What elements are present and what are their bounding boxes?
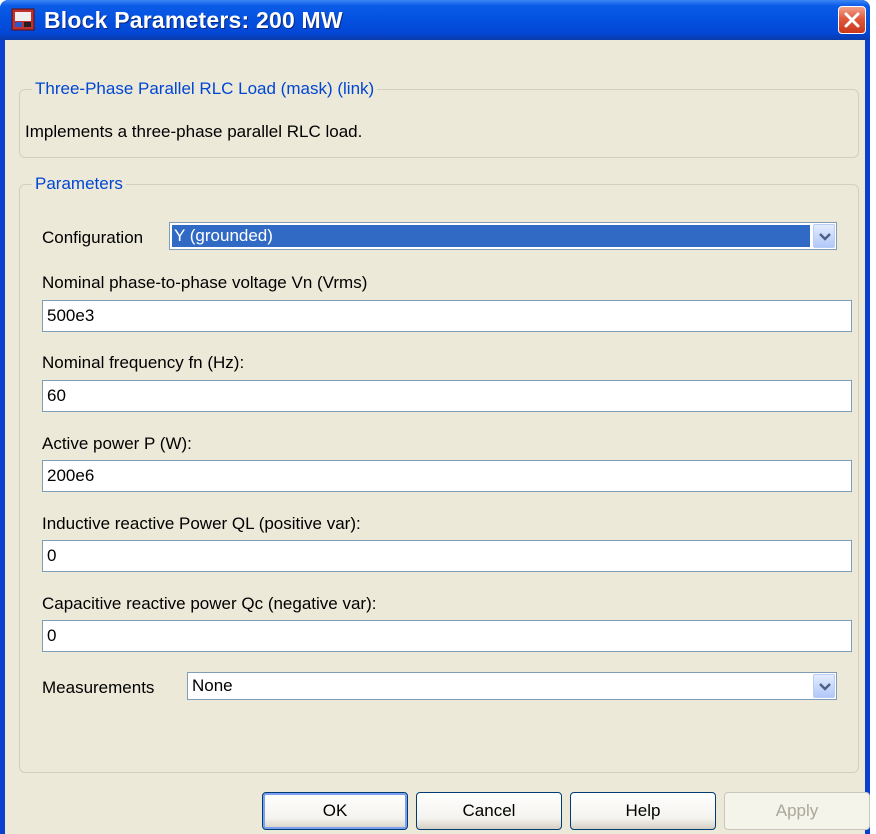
apply-button[interactable]: Apply [724, 792, 870, 830]
close-button[interactable] [838, 6, 866, 34]
inductive-power-label: Inductive reactive Power QL (positive va… [42, 514, 361, 533]
configuration-label: Configuration [42, 228, 144, 247]
configuration-dropdown-button[interactable] [813, 224, 835, 248]
capacitive-power-field[interactable]: 0 [42, 620, 852, 652]
configuration-dropdown[interactable]: Y (grounded) [169, 222, 837, 250]
title-bar[interactable]: Block Parameters: 200 MW [0, 0, 870, 40]
ok-button[interactable]: OK [262, 792, 408, 830]
measurements-dropdown[interactable]: None [187, 672, 837, 700]
voltage-label: Nominal phase-to-phase voltage Vn (Vrms) [42, 273, 368, 292]
frequency-label: Nominal frequency fn (Hz): [42, 353, 245, 372]
configuration-value: Y (grounded) [172, 225, 810, 247]
measurements-label: Measurements [42, 678, 155, 697]
simulink-block-icon [11, 8, 35, 31]
measurements-dropdown-button[interactable] [813, 674, 835, 698]
cancel-button[interactable]: Cancel [416, 792, 562, 830]
inductive-power-field[interactable]: 0 [42, 540, 852, 572]
voltage-field[interactable]: 500e3 [42, 300, 852, 332]
chevron-down-icon [819, 233, 831, 241]
close-icon [844, 12, 860, 28]
mask-description: Implements a three-phase parallel RLC lo… [25, 122, 363, 141]
help-button[interactable]: Help [570, 792, 716, 830]
frequency-field[interactable]: 60 [42, 380, 852, 412]
dialog-body: Three-Phase Parallel RLC Load (mask) (li… [5, 40, 870, 834]
block-parameters-window: Block Parameters: 200 MW Three-Phase Par… [0, 0, 870, 834]
active-power-field[interactable]: 200e6 [42, 460, 852, 492]
parameters-legend: Parameters [35, 174, 123, 193]
window-title: Block Parameters: 200 MW [44, 7, 343, 33]
mask-title-legend: Three-Phase Parallel RLC Load (mask) (li… [35, 79, 375, 98]
active-power-label: Active power P (W): [42, 434, 192, 453]
measurements-value: None [192, 676, 233, 695]
mask-description-group: Three-Phase Parallel RLC Load (mask) (li… [19, 80, 859, 158]
capacitive-power-label: Capacitive reactive power Qc (negative v… [42, 594, 377, 613]
chevron-down-icon [819, 683, 831, 691]
